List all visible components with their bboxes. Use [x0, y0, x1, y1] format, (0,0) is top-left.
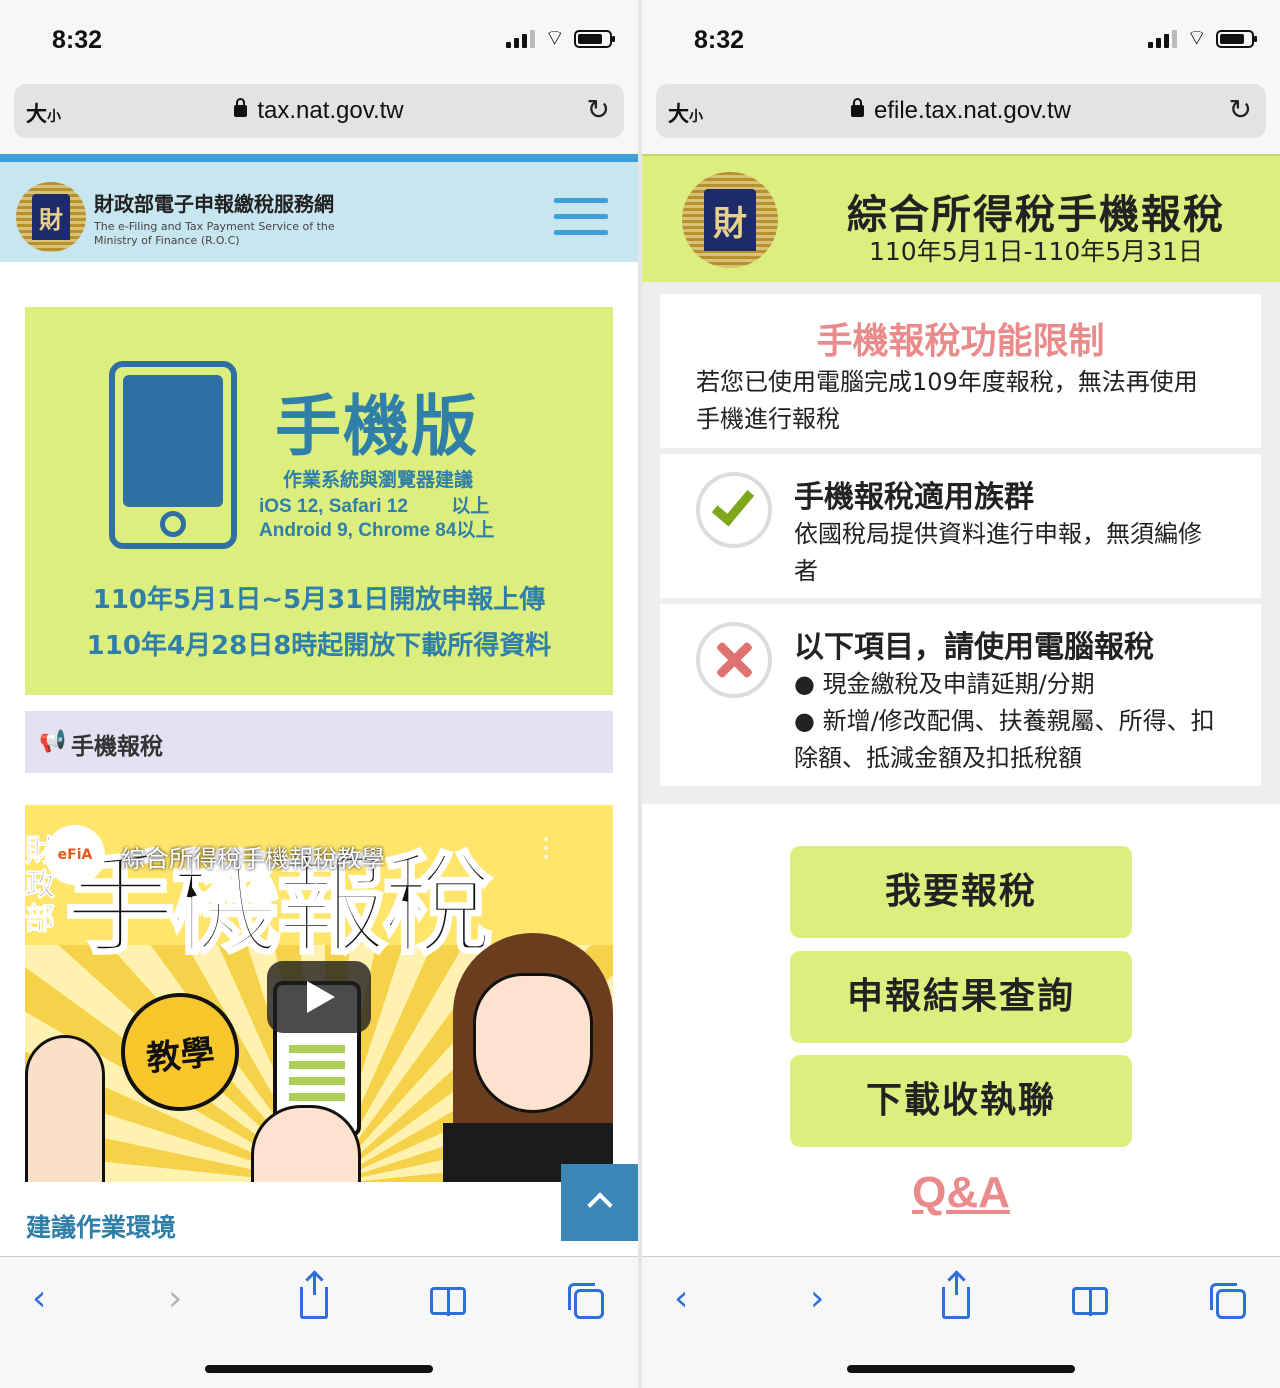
hamburger-menu-icon[interactable] — [554, 198, 608, 246]
status-bar: 8:32 ⌔ — [0, 0, 638, 80]
header-top-line — [0, 154, 638, 162]
limit-card: 手機報稅功能限制 若您已使用電腦完成109年度報稅，無法再使用手機進行報稅 — [660, 294, 1261, 448]
status-time: 8:32 — [694, 26, 745, 54]
cellular-signal-icon — [506, 30, 536, 48]
limit-title: 手機報稅功能限制 — [816, 321, 1105, 362]
home-indicator[interactable] — [847, 1365, 1075, 1373]
section-label: 手機報稅 — [71, 734, 163, 760]
reload-icon[interactable]: ↻ — [1229, 96, 1252, 124]
site-name-en-line2: Ministry of Finance (R.O.C) — [94, 234, 240, 247]
bookmarks-icon[interactable] — [1072, 1279, 1108, 1316]
left-phone-screen: 8:32 ⌔ 大小 tax.nat.gov.tw ↻ 財 財政部電子申報繳稅服務… — [0, 0, 638, 1388]
ministry-seal-logo: 財 — [682, 172, 778, 268]
reload-icon[interactable]: ↻ — [587, 96, 610, 124]
safari-address-area: 大小 efile.tax.nat.gov.tw ↻ — [642, 80, 1280, 154]
forward-button[interactable]: › — [810, 1279, 824, 1319]
eligible-title: 手機報稅適用族群 — [794, 480, 1034, 515]
pc-only-card: 以下項目，請使用電腦報稅 ● 現金繳稅及申請延期/分期 ● 新增/修改配偶、扶養… — [660, 604, 1261, 786]
safari-toolbar: ‹ › — [0, 1256, 638, 1388]
url-display[interactable]: tax.nat.gov.tw — [14, 97, 624, 125]
banner-title: 手機版 — [275, 388, 479, 465]
lock-icon — [851, 98, 864, 117]
filing-period: 110年5月1日~5月31日開放申報上傳 — [92, 585, 546, 615]
address-bar[interactable]: 大小 tax.nat.gov.tw ↻ — [14, 84, 624, 138]
home-indicator[interactable] — [205, 1365, 433, 1373]
share-icon[interactable] — [942, 1273, 970, 1319]
megaphone-icon: 📢 — [39, 729, 67, 754]
mobile-version-banner: 手機版 作業系統與瀏覽器建議 iOS 12, Safari 12 以上 Andr… — [25, 307, 613, 695]
eligible-body: 依國稅局提供資料進行申報，無須編修者 — [794, 520, 1202, 585]
smartphone-icon — [109, 361, 237, 549]
efile-header: 財 綜合所得稅手機報稅 110年5月1日-110年5月31日 — [642, 154, 1280, 282]
status-bar: 8:32 ⌔ — [642, 0, 1280, 80]
site-header: 財 財政部電子申報繳稅服務網 The e-Filing and Tax Paym… — [0, 162, 638, 262]
status-icons: ⌔ — [1148, 26, 1257, 51]
url-domain: efile.tax.nat.gov.tw — [874, 97, 1071, 124]
section-mobile-tax: 📢 手機報稅 — [25, 711, 613, 773]
back-button[interactable]: ‹ — [32, 1279, 46, 1319]
os-recommend-title: 作業系統與瀏覽器建議 — [283, 469, 474, 491]
status-time: 8:32 — [52, 26, 103, 54]
download-period: 110年4月28日8時起開放下載所得資料 — [86, 631, 552, 661]
limit-body: 若您已使用電腦完成109年度報稅，無法再使用手機進行報稅 — [696, 368, 1198, 433]
wifi-icon: ⌔ — [1186, 26, 1207, 51]
forward-button[interactable]: › — [168, 1279, 182, 1319]
wifi-icon: ⌔ — [544, 26, 565, 51]
play-button-icon[interactable] — [267, 961, 371, 1033]
more-options-icon[interactable]: ⋮ — [533, 835, 559, 861]
back-to-top-button[interactable] — [561, 1164, 638, 1241]
os-ios: iOS 12, Safari 12 以上 — [259, 496, 490, 517]
site-name-en-line1: The e-Filing and Tax Payment Service of … — [94, 220, 335, 233]
os-android: Android 9, Chrome 84以上 — [259, 520, 495, 541]
tutorial-video[interactable]: 手機報稅 財政部 教學 eFiA 綜合所得稅手機報稅教學 ⋮ — [25, 805, 613, 1182]
env-heading: 建議作業環境 — [26, 1213, 177, 1242]
status-icons: ⌔ — [506, 26, 615, 51]
site-name-en: The e-Filing and Tax Payment Service of … — [94, 220, 335, 248]
tabs-icon[interactable] — [1210, 1279, 1246, 1319]
info-panel: 手機報稅功能限制 若您已使用電腦完成109年度報稅，無法再使用手機進行報稅 手機… — [642, 282, 1280, 804]
battery-icon — [1216, 30, 1257, 48]
cellular-signal-icon — [1148, 30, 1178, 48]
qa-link[interactable]: Q&A — [642, 1168, 1280, 1218]
pc-only-list: ● 現金繳稅及申請延期/分期 ● 新增/修改配偶、扶養親屬、所得、扣除額、抵減金… — [794, 666, 1221, 777]
seal-char: 財 — [704, 189, 756, 251]
ministry-seal-logo[interactable]: 財 — [16, 182, 86, 252]
channel-logo[interactable]: eFiA — [45, 825, 105, 885]
lock-icon — [234, 98, 248, 117]
safari-address-area: 大小 tax.nat.gov.tw ↻ — [0, 80, 638, 154]
bookmarks-icon[interactable] — [430, 1279, 466, 1316]
seal-char: 財 — [32, 194, 70, 240]
query-result-button[interactable]: 申報結果查詢 — [790, 951, 1132, 1043]
safari-toolbar: ‹ › — [642, 1256, 1280, 1388]
file-tax-button[interactable]: 我要報稅 — [790, 846, 1132, 938]
checkmark-icon — [696, 472, 772, 548]
eligible-card: 手機報稅適用族群 依國稅局提供資料進行申報，無須編修者 — [660, 454, 1261, 598]
site-name[interactable]: 財政部電子申報繳稅服務網 — [94, 188, 334, 217]
right-phone-screen: 8:32 ⌔ 大小 efile.tax.nat.gov.tw ↻ 財 綜合所得稅… — [642, 0, 1280, 1388]
pc-only-title: 以下項目，請使用電腦報稅 — [794, 630, 1154, 665]
cross-icon — [696, 622, 772, 698]
share-icon[interactable] — [300, 1273, 328, 1319]
video-caption[interactable]: 綜合所得稅手機報稅教學 — [121, 839, 385, 874]
url-display[interactable]: efile.tax.nat.gov.tw — [656, 97, 1266, 125]
list-item: ● 現金繳稅及申請延期/分期 — [794, 670, 1095, 698]
address-bar[interactable]: 大小 efile.tax.nat.gov.tw ↻ — [656, 84, 1266, 138]
cartoon-boy — [25, 1035, 105, 1182]
back-button[interactable]: ‹ — [674, 1279, 688, 1319]
tabs-icon[interactable] — [568, 1279, 604, 1319]
cartoon-woman — [443, 933, 613, 1182]
battery-icon — [574, 30, 615, 48]
download-receipt-button[interactable]: 下載收執聯 — [790, 1055, 1132, 1147]
list-item: ● 新增/修改配偶、扶養親屬、所得、扣除額、抵減金額及扣抵稅額 — [794, 707, 1215, 772]
filing-dates: 110年5月1日-110年5月31日 — [869, 237, 1203, 266]
url-domain: tax.nat.gov.tw — [257, 97, 404, 124]
